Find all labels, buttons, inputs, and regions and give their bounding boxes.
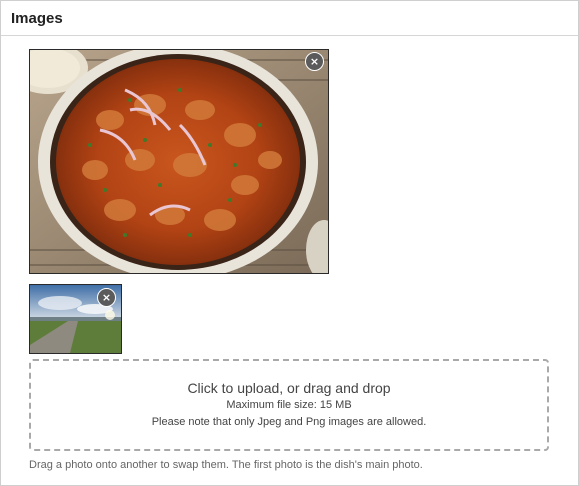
panel-header: Images — [1, 1, 578, 36]
close-icon: × — [309, 55, 320, 68]
remove-landscape-photo-button[interactable]: × — [97, 288, 116, 307]
upload-instruction: Click to upload, or drag and drop — [187, 380, 391, 396]
main-dish-photo[interactable] — [29, 49, 329, 274]
section-title: Images — [11, 9, 63, 27]
swap-hint: Drag a photo onto another to swap them. … — [29, 459, 423, 471]
remove-main-photo-button[interactable]: × — [305, 52, 324, 71]
upload-dropzone[interactable]: Click to upload, or drag and drop Maximu… — [29, 359, 549, 451]
max-file-size: Maximum file size: 15 MB — [226, 399, 352, 411]
format-note: Please note that only Jpeg and Png image… — [151, 416, 427, 428]
main-dish-image — [30, 50, 328, 273]
close-icon: × — [101, 291, 112, 304]
